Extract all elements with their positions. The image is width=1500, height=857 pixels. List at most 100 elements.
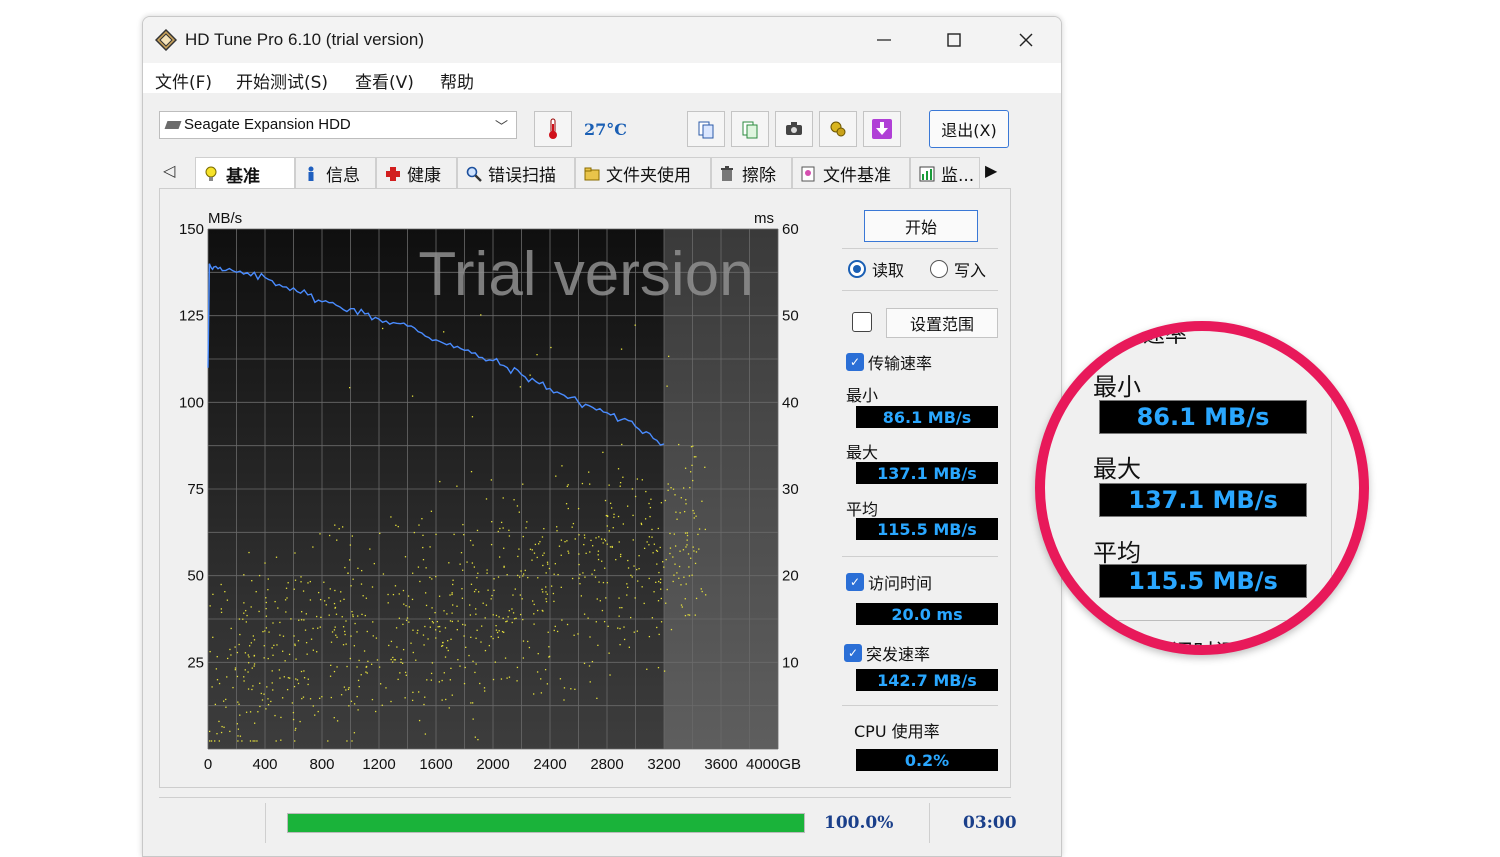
access-time-point [264,562,266,564]
range-checkbox[interactable] [852,312,876,332]
access-time-point [688,614,691,616]
tab-benchmark[interactable]: 基准 [195,157,295,190]
access-time-point [272,689,274,691]
tab-info[interactable]: 信息 [295,157,376,189]
access-time-point [212,593,214,596]
x-tick-label: 2400 [533,756,566,773]
access-time-point [357,709,359,711]
burst-rate-checkbox[interactable]: ✓ 突发速率 [844,641,930,665]
access-time-point [398,617,401,619]
minimize-button[interactable] [853,17,915,63]
set-range-button[interactable]: 设置范围 [886,308,998,338]
access-time-point [281,697,284,699]
access-time-point [554,563,557,565]
tab-folder-usage[interactable]: 文件夹使用 [575,157,711,189]
access-time-point [605,514,608,517]
access-time-point [574,688,576,690]
access-time-point [400,661,402,664]
save-button[interactable] [863,111,901,147]
access-time-point [352,615,354,618]
close-button[interactable] [995,17,1057,63]
access-time-point [241,740,243,742]
access-time-point [218,720,220,723]
drive-select[interactable]: Seagate Expansion HDD ﹀ [159,111,517,139]
access-time-point [272,654,274,656]
access-time-point [529,548,532,550]
tab-monitor[interactable]: 监... [910,157,980,189]
tab-file-benchmark[interactable]: 文件基准 [792,157,910,189]
access-time-point [252,685,254,687]
access-time-point [579,573,581,576]
access-time-point [646,541,648,543]
access-time-point [602,451,604,454]
access-time-point [398,593,400,595]
access-time-point [226,599,229,601]
access-time-point [572,522,575,525]
access-time-point [295,727,297,730]
copy-info-button[interactable] [731,111,769,147]
access-time-point [688,575,691,577]
access-time-point [522,575,524,577]
access-time-point [267,657,269,660]
access-time-point [619,643,621,646]
access-time-point [301,697,303,700]
access-time-point [613,513,615,515]
access-time-point [597,550,600,552]
access-time-point [417,566,420,568]
x-tick-label: 1600 [419,756,452,773]
transfer-rate-checkbox[interactable]: ✓ 传输速率 [846,350,932,374]
access-time-point [672,580,674,583]
access-time-point [300,576,302,578]
access-time-point [602,581,605,584]
tab-health[interactable]: 健康 [376,157,457,189]
access-time-point [471,416,474,418]
screenshot-button[interactable] [775,111,813,147]
access-time-point [424,733,427,735]
access-time-point [404,671,407,674]
access-time-point [364,614,366,617]
access-time-point [435,533,437,536]
menu-view[interactable]: 查看(V) [355,68,414,93]
access-time-point [495,629,498,631]
access-time-point [609,674,611,676]
menu-start-test[interactable]: 开始测试(S) [236,68,328,93]
access-time-point [517,555,519,558]
access-time-point [578,534,580,536]
access-time-point [294,579,297,581]
info-icon [304,166,318,182]
access-time-point [300,619,303,621]
access-time-point [305,641,308,644]
access-time-checkbox[interactable]: ✓ 访问时间 [846,570,932,594]
options-button[interactable] [819,111,857,147]
cpu-usage-label: CPU 使用率 [854,722,940,741]
access-time-point [604,540,607,542]
access-time-point [662,561,664,563]
access-time-point [357,615,359,617]
access-time-point [611,545,613,548]
start-button[interactable]: 开始 [864,210,978,242]
access-time-point [484,649,487,652]
access-time-point [626,583,628,585]
access-time-point [644,518,647,520]
access-time-label: 访问时间 [868,574,933,593]
tab-scroll-right-icon[interactable]: ▶ [985,161,997,180]
maximize-button[interactable] [923,17,985,63]
y-left-tick-label: 125 [179,308,204,325]
access-time-point [348,705,350,707]
write-radio[interactable]: 写入 [930,257,986,281]
read-radio[interactable]: 读取 [848,257,904,281]
exit-button[interactable]: 退出(X) [929,110,1009,148]
access-time-point [533,693,535,695]
menu-help[interactable]: 帮助 [440,68,474,93]
access-time-point [451,612,453,614]
tab-scroll-left-icon[interactable]: ◁ [163,161,175,180]
temperature-button[interactable] [534,111,572,147]
access-time-point [557,573,559,576]
menu-file[interactable]: 文件(F) [155,68,212,93]
copy-text-button[interactable] [687,111,725,147]
access-time-point [636,478,639,480]
access-time-point [545,586,547,588]
tab-erase[interactable]: 擦除 [711,157,792,189]
tab-error-scan[interactable]: 错误扫描 [457,157,575,189]
access-time-point [271,682,273,684]
